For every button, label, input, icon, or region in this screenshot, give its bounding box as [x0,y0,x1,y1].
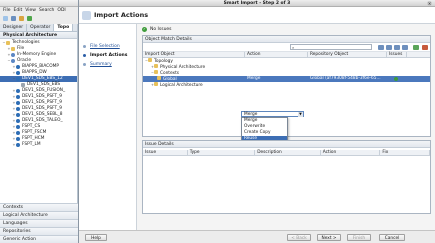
issues-cell [387,82,407,88]
dataserver-icon [16,125,20,129]
dialog-titlebar: Smart Import - Step 2 of 3 × [79,0,435,7]
menu-item-view[interactable]: View [25,7,36,14]
column-header-import-object[interactable]: Import Object [143,52,245,57]
wizard-step-import-actions: Import Actions [79,51,136,60]
collapse-all-icon[interactable] [386,45,392,50]
navigator-tabs: Designer Operator Topo [0,24,77,32]
tree-node-label: FSPT_LM [22,142,41,147]
menu-item-edit[interactable]: Edit [14,7,23,14]
topology-icon [147,58,152,62]
dialog-title: Smart Import - Step 2 of 3 [223,1,291,6]
column-header-repository-object[interactable]: Repository Object [308,52,387,57]
dataserver-icon [16,71,20,75]
match-grid-body: − Topology + Physical Architecture − Contexts… [143,58,430,88]
wizard-steps: File Selection Import Actions Summary [79,24,137,230]
finish-button[interactable]: Finish [347,234,371,241]
folder-icon [153,70,158,74]
tab-topo[interactable]: Topo [54,24,74,31]
folder-icon [6,41,10,45]
dataserver-icon [16,95,20,99]
export-report-icon[interactable] [422,45,428,50]
menu-item-odi[interactable]: ODI [57,7,65,14]
dataserver-icon [16,113,20,117]
refresh-icon[interactable] [402,45,408,50]
dataserver-icon [16,89,20,93]
folder-icon [153,82,158,86]
menu-item-file[interactable]: File [3,7,11,14]
action-cell[interactable] [245,82,308,88]
expand-all-icon[interactable] [378,45,384,50]
filter-icon[interactable] [394,45,400,50]
physical-architecture-tree: − Technologies + File + In-Memory Engine − Orac… [0,39,77,148]
tech-icon [11,53,15,57]
smart-import-dialog: Smart Import - Step 2 of 3 × Import Acti… [78,0,435,243]
accordion-logical-architecture[interactable]: Logical Architecture [0,211,78,219]
wizard-step-summary[interactable]: Summary [79,60,136,69]
issue-column-issue[interactable]: Issue [143,150,188,155]
accordion-repositories[interactable]: Repositories [0,227,78,235]
help-button[interactable]: Help [85,234,107,241]
dataserver-icon [16,107,20,111]
issue-column-description[interactable]: Description [255,150,321,155]
new-icon[interactable] [3,16,8,21]
repository-object-cell [308,82,387,88]
dataserver-icon [16,101,20,105]
import-actions-content: ✓ No Issues Object Match Details ⌕ Impor… [138,24,435,230]
wizard-step-file-selection[interactable]: File Selection [79,42,136,51]
object-cell: + Logical Architecture [143,82,245,88]
accordion-generic-action[interactable]: Generic Action [0,235,78,243]
import-icon [82,10,91,20]
chevron-down-icon[interactable]: ▼ [298,112,303,117]
ok-status-icon [394,77,398,81]
dataserver-icon [16,119,20,123]
run-icon[interactable] [27,16,32,21]
schema-icon [21,83,25,87]
search-input[interactable]: ⌕ [290,44,372,50]
issue-column-type[interactable]: Type [188,150,256,155]
navigator-accordion: Contexts Logical Architecture Languages Rep… [0,203,78,243]
object-label: Logical Architecture [159,83,203,88]
issue-column-fix[interactable]: Fix [380,150,430,155]
object-match-title: Object Match Details [143,36,430,43]
ide-toolbar [0,14,78,24]
tab-operator[interactable]: Operator [27,24,55,31]
issue-grid-header: Issue Type Description Action Fix [143,150,430,156]
tree-node[interactable]: + FSPT_LM [0,142,77,148]
wizard-footer: Help < Back Next > Finish Cancel [79,230,435,243]
back-button[interactable]: < Back [287,234,311,241]
wizard-header: Import Actions [79,7,435,24]
ide-navigator-panel: Designer Operator Topo Physical Architectu… [0,24,78,243]
table-row[interactable]: + Logical Architecture [143,82,430,88]
undo-icon[interactable] [19,16,24,21]
folder-icon [157,76,161,80]
accordion-languages[interactable]: Languages [0,219,78,227]
issues-status: ✓ No Issues [138,24,435,35]
dataserver-icon [16,137,20,141]
dataserver-icon [16,131,20,135]
save-icon[interactable] [11,16,16,21]
check-icon: ✓ [142,27,147,32]
folder-icon [11,47,15,51]
column-header-action[interactable]: Action [245,52,308,57]
column-header-issues[interactable]: Issues [387,52,407,57]
menu-item-search[interactable]: Search [39,7,54,14]
close-icon[interactable]: × [427,1,432,6]
dataserver-icon [16,77,20,81]
accordion-contexts[interactable]: Contexts [0,203,78,211]
tab-designer[interactable]: Designer [0,24,28,31]
dataserver-icon [16,65,20,69]
dataserver-icon [16,143,20,147]
issue-details-title: Issue Details [143,141,430,148]
physical-architecture-header[interactable]: Physical Architecture [0,32,77,39]
issue-details-panel: Issue Details Issue Type Description Action… [142,140,431,214]
next-button[interactable]: Next > [317,234,341,241]
wizard-header-title: Import Actions [94,11,149,19]
issue-column-action[interactable]: Action [321,150,381,155]
tech-icon [11,59,15,63]
folder-icon [153,64,158,68]
cancel-button[interactable]: Cancel [379,234,405,241]
issues-status-text: No Issues [150,27,172,32]
validate-icon[interactable] [413,45,419,50]
search-icon: ⌕ [292,45,295,50]
